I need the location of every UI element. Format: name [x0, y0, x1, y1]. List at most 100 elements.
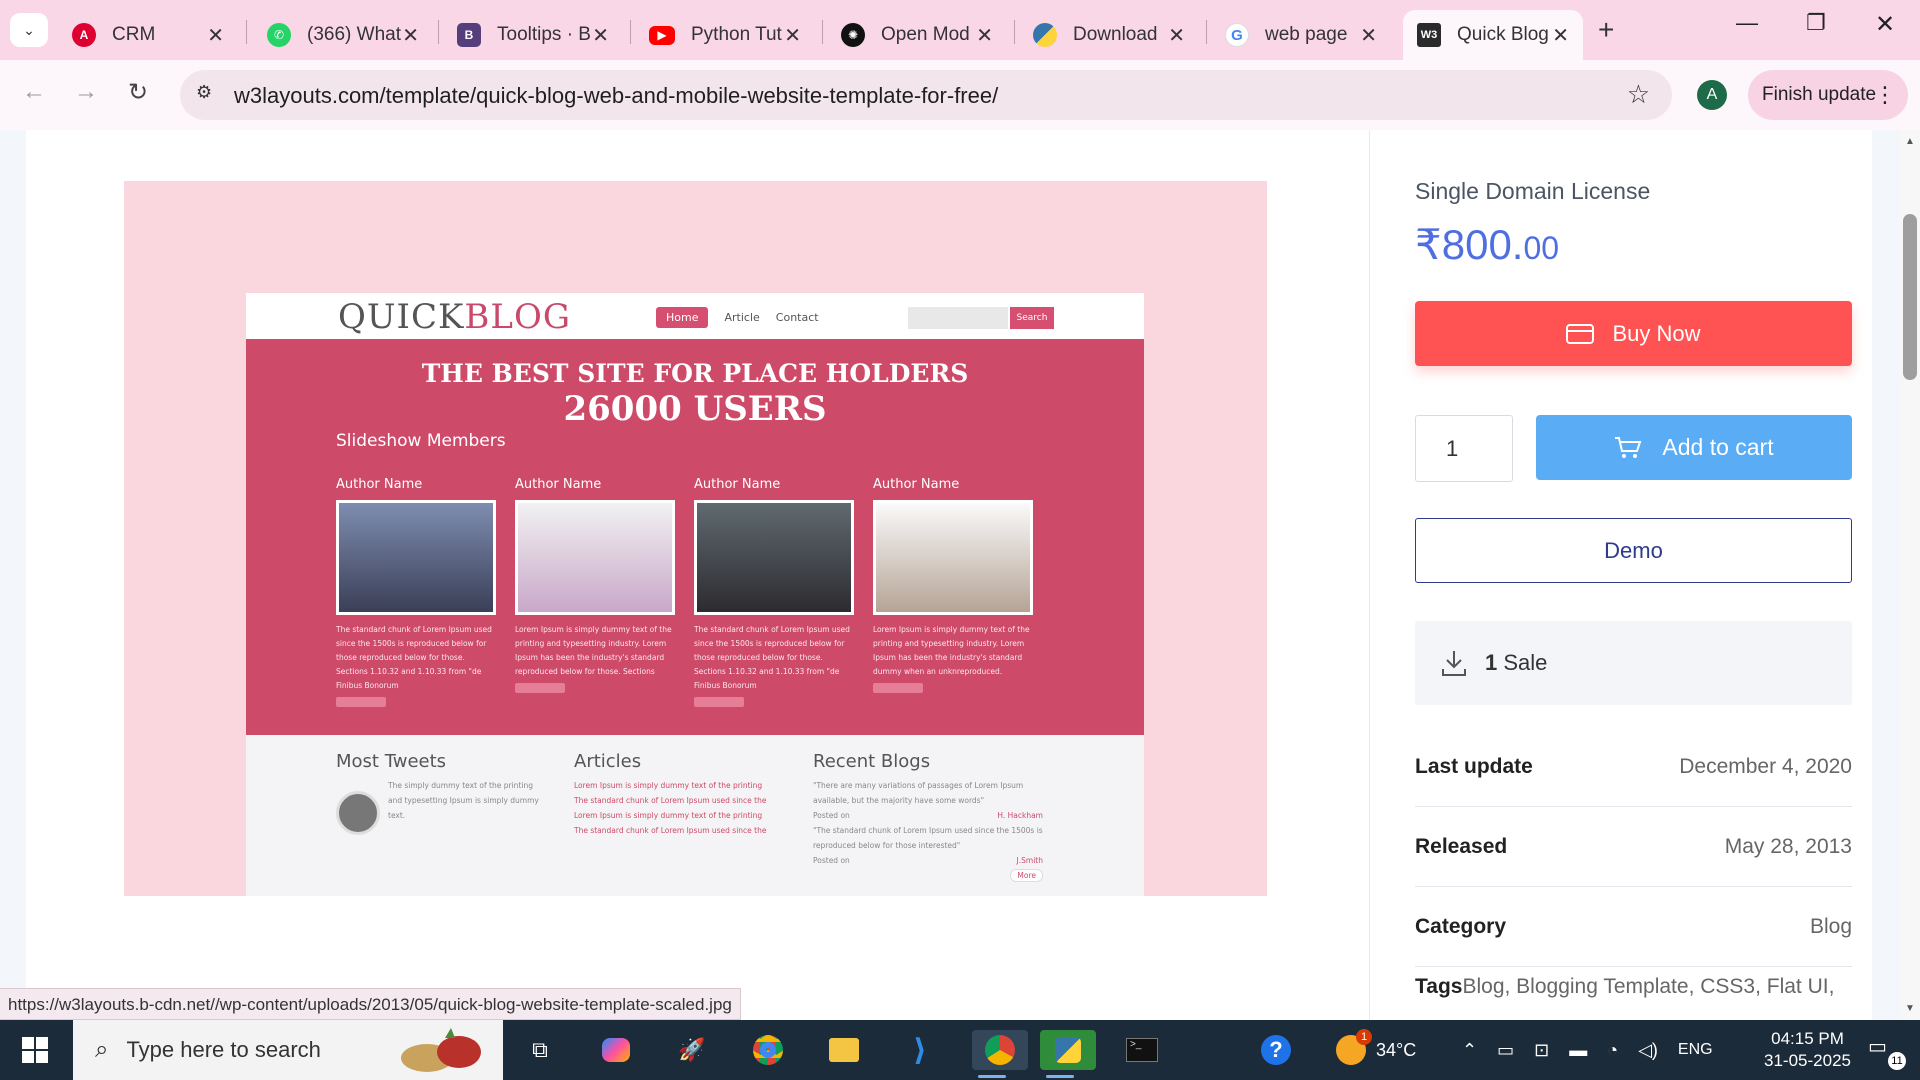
clock[interactable]: 04:15 PM 31-05-2025 [1755, 1028, 1860, 1072]
notifications-button[interactable]: ▭ 11 [1868, 1034, 1906, 1070]
preview-blogs-column: Recent Blogs "There are many variations … [813, 751, 1043, 882]
search-highlight-image [401, 1028, 481, 1072]
meet-now-icon[interactable]: ▭ [1497, 1040, 1514, 1061]
category-link[interactable]: Blog [1810, 915, 1852, 939]
preview-search-button: Search [1010, 307, 1054, 329]
volume-icon[interactable]: ◁) [1638, 1040, 1658, 1061]
weather-sun-icon: 1 [1336, 1029, 1372, 1065]
quantity-input[interactable]: 1 [1415, 415, 1513, 482]
copilot-icon[interactable] [596, 1030, 636, 1070]
preview-headline: THE BEST SITE FOR PLACE HOLDERS [421, 359, 969, 388]
notification-icon: ▭ [1868, 1036, 1887, 1058]
site-info-icon[interactable]: ⚙ [196, 82, 222, 108]
scroll-down-arrow-icon[interactable]: ▼ [1905, 1003, 1915, 1014]
windows-taskbar: ⌕ Type here to search ⧉ 🚀 ⟩ >_ ? 1 34°C … [0, 1020, 1920, 1080]
template-preview-image[interactable]: QUICKBLOG Home Article Contact Search TH… [124, 181, 1267, 896]
windows-start-icon[interactable] [22, 1037, 48, 1063]
tab-google-search[interactable]: G web page ✕ [1211, 10, 1391, 60]
help-icon[interactable]: ? [1256, 1030, 1296, 1070]
close-icon[interactable]: ✕ [207, 23, 224, 48]
close-window-button[interactable]: ✕ [1875, 10, 1895, 39]
tags-links[interactable]: Blog, Blogging Template, CSS3, Flat UI, [1462, 975, 1834, 998]
read-more-button [336, 697, 386, 707]
close-icon[interactable]: ✕ [1552, 23, 1569, 48]
tab-search-button[interactable]: ⌄ [10, 13, 48, 47]
close-icon[interactable]: ✕ [402, 23, 419, 48]
vscode-icon[interactable]: ⟩ [900, 1030, 940, 1070]
rocket-app-icon[interactable]: 🚀 [672, 1030, 712, 1070]
bookmark-star-icon[interactable]: ☆ [1627, 79, 1650, 110]
taskbar-search-box[interactable]: ⌕ Type here to search [73, 1020, 503, 1080]
angular-icon: A [72, 23, 96, 47]
preview-member-card: Author Name The standard chunk of Lorem … [336, 477, 496, 707]
task-view-icon[interactable]: ⧉ [520, 1030, 560, 1070]
cart-icon [1615, 436, 1642, 458]
add-to-cart-button[interactable]: Add to cart [1536, 415, 1852, 480]
page-scrollbar[interactable]: ▲ ▼ [1900, 130, 1920, 1020]
openai-icon: ✺ [841, 23, 865, 47]
meta-last-update: Last update December 4, 2020 [1415, 727, 1852, 807]
close-icon[interactable]: ✕ [1360, 23, 1377, 48]
preview-logo: QUICKBLOG [338, 297, 571, 337]
close-icon[interactable]: ✕ [784, 23, 801, 48]
plus-icon: + [1598, 14, 1615, 45]
read-more-button [694, 697, 744, 707]
preview-footer: Most Tweets The simply dummy text of the… [246, 735, 1144, 896]
url-text[interactable]: w3layouts.com/template/quick-blog-web-an… [234, 83, 998, 109]
preview-member-card: Author Name Lorem Ipsum is simply dummy … [873, 477, 1033, 693]
python-app-icon[interactable] [1040, 1030, 1096, 1078]
tab-tooltips[interactable]: B Tooltips · B ✕ [443, 10, 623, 60]
terminal-icon[interactable]: >_ [1122, 1030, 1162, 1070]
chrome-icon[interactable] [748, 1030, 788, 1070]
wifi-icon[interactable]: ◔ [1607, 1040, 1618, 1061]
forward-button[interactable]: → [74, 78, 98, 106]
read-more-button [873, 683, 923, 693]
screen-icon[interactable]: ⊡ [1534, 1040, 1549, 1061]
search-icon: ⌕ [95, 1036, 109, 1063]
tab-quick-blog[interactable]: W3 Quick Blog ✕ [1403, 10, 1583, 60]
tab-whatsapp[interactable]: ✆ (366) What ✕ [253, 10, 433, 60]
minimize-icon: — [1736, 10, 1758, 35]
more-menu-icon: ⋮ [1874, 82, 1896, 107]
buy-now-button[interactable]: Buy Now [1415, 301, 1852, 366]
preview-slideshow-title: Slideshow Members [336, 431, 506, 451]
reload-button[interactable]: ↻ [128, 78, 148, 107]
clock-date: 31-05-2025 [1764, 1051, 1851, 1070]
scroll-up-arrow-icon[interactable]: ▲ [1905, 136, 1915, 147]
weather-widget[interactable]: 1 34°C [1336, 1020, 1416, 1080]
whatsapp-icon: ✆ [267, 23, 291, 47]
tab-crm[interactable]: A CRM ✕ [58, 10, 238, 60]
profile-avatar[interactable]: A [1697, 80, 1727, 110]
chrome-profile-icon[interactable] [972, 1030, 1028, 1078]
tab-python-tutorial[interactable]: ▶ Python Tut ✕ [635, 10, 815, 60]
tab-strip: ⌄ A CRM ✕ ✆ (366) What ✕ B Tooltips · B … [0, 0, 1920, 60]
minimize-button[interactable]: — [1736, 10, 1758, 36]
member-photo [873, 500, 1033, 615]
chevron-down-icon: ⌄ [23, 21, 35, 38]
demo-button[interactable]: Demo [1415, 518, 1852, 583]
tags-row: TagsBlog, Blogging Template, CSS3, Flat … [1415, 975, 1835, 998]
arrow-right-icon: → [74, 78, 98, 105]
close-icon[interactable]: ✕ [976, 23, 993, 48]
battery-icon[interactable]: ▬ [1569, 1040, 1587, 1061]
finish-update-button[interactable]: Finish update ⋮ [1748, 70, 1908, 120]
tab-download-python[interactable]: Download ✕ [1019, 10, 1199, 60]
scroll-thumb[interactable] [1903, 214, 1917, 380]
file-explorer-icon[interactable] [824, 1030, 864, 1070]
new-tab-button[interactable]: + [1598, 14, 1614, 46]
finish-update-label: Finish update [1762, 84, 1877, 105]
address-bar[interactable]: ⚙ w3layouts.com/template/quick-blog-web-… [180, 70, 1672, 120]
preview-member-card: Author Name The standard chunk of Lorem … [694, 477, 854, 707]
back-button[interactable]: ← [22, 78, 46, 106]
tab-separator [438, 20, 439, 44]
language-indicator[interactable]: ENG [1678, 1041, 1713, 1059]
bootstrap-icon: B [457, 23, 481, 47]
tab-separator [246, 20, 247, 44]
chevron-up-icon[interactable]: ⌃ [1462, 1040, 1477, 1061]
youtube-icon: ▶ [649, 25, 675, 45]
close-icon[interactable]: ✕ [592, 23, 609, 48]
browser-toolbar: ← → ↻ ⚙ w3layouts.com/template/quick-blo… [0, 60, 1920, 130]
restore-button[interactable]: ❐ [1806, 10, 1826, 36]
close-icon[interactable]: ✕ [1168, 23, 1185, 48]
tab-openai[interactable]: ✺ Open Mod ✕ [827, 10, 1007, 60]
